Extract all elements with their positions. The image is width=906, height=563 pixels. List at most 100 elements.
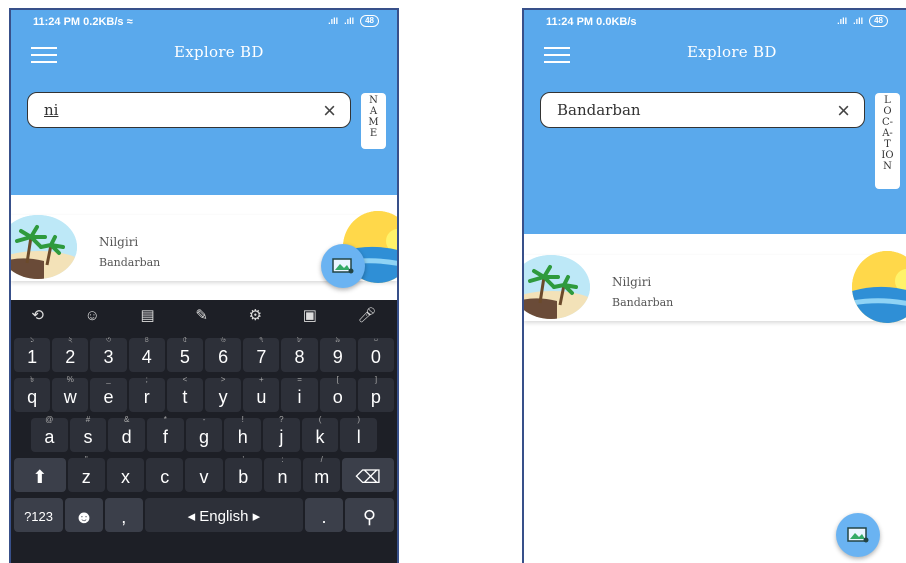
key-b[interactable]: ' b <box>224 455 262 492</box>
key-hint: _ <box>106 375 111 384</box>
key-hint: ৯ <box>335 335 341 344</box>
emoji-icon[interactable]: ☺ <box>85 307 100 324</box>
keyboard-row-bottom: ?123 ☻ , ◂ English ▸ . ⚲ <box>14 498 394 532</box>
key-hint: ৬ <box>220 335 226 344</box>
search-input[interactable]: Bandarban × <box>540 92 865 128</box>
signal-2-icon: .ıll <box>344 16 355 26</box>
key-h[interactable]: ! h <box>224 415 262 452</box>
search-key[interactable]: ⚲ <box>344 498 394 532</box>
key-r[interactable]: ; r <box>128 375 165 412</box>
key-w[interactable]: % w <box>52 375 89 412</box>
comma-key[interactable]: , <box>104 498 143 532</box>
key-5[interactable]: ৫5 <box>166 335 204 372</box>
emoji-key[interactable]: ☻ <box>65 498 103 532</box>
place-name: Nilgiri <box>99 235 139 249</box>
result-card[interactable]: Nilgiri Bandarban <box>524 251 906 323</box>
backspace-key[interactable]: ⌫ <box>342 458 394 492</box>
search-mode-toggle[interactable]: L O C- A- T IO N <box>875 93 900 189</box>
key-2[interactable]: ২2 <box>52 335 89 372</box>
gallery-fab-button[interactable] <box>836 513 880 557</box>
beach-thumbnail-icon <box>524 255 590 319</box>
key-v[interactable]: v <box>185 458 223 492</box>
key-hint: ( <box>318 415 322 424</box>
gif-icon[interactable]: ▣ <box>303 306 317 324</box>
period-key[interactable]: . <box>305 498 343 532</box>
mode-tag-letter: M <box>368 117 379 128</box>
key-hint: " <box>84 455 88 464</box>
gallery-fab-button[interactable] <box>321 244 365 288</box>
key-l[interactable]: ) l <box>340 415 378 452</box>
key-0[interactable]: ০0 <box>357 335 395 372</box>
app-title: Explore BD <box>687 43 777 61</box>
keyboard-row-1: ৳ q% w _ e; r < t > y + u = i[o] p <box>14 375 395 412</box>
key-f[interactable]: * f <box>147 415 184 452</box>
settings-icon[interactable]: ⚙ <box>249 306 262 324</box>
key-s[interactable]: # s <box>69 415 107 452</box>
key-3[interactable]: ৩3 <box>90 335 127 372</box>
key-hint: [ <box>336 375 339 384</box>
mode-tag-letter: C- <box>881 117 894 128</box>
battery-icon: 48 <box>360 15 379 27</box>
key-u[interactable]: + u <box>243 375 280 412</box>
theme-icon[interactable]: ✎ <box>195 306 208 324</box>
key-m[interactable]: / m <box>303 455 341 492</box>
mode-tag-letter: IO <box>881 150 894 161</box>
key-hint: ৪ <box>144 335 150 344</box>
menu-icon[interactable] <box>544 47 570 68</box>
key-9[interactable]: ৯9 <box>319 335 356 372</box>
keyboard-language: English <box>199 508 249 525</box>
network-speed: 0.2KB/s <box>83 16 124 28</box>
symbols-key[interactable]: ?123 <box>14 498 64 532</box>
key-q[interactable]: ৳ q <box>14 375 51 412</box>
microphone-icon[interactable]: 🎤︎ <box>358 306 377 324</box>
key-hint: & <box>124 415 130 424</box>
clear-icon[interactable]: × <box>323 98 336 124</box>
key-p[interactable]: ] p <box>357 375 395 412</box>
clipboard-icon[interactable]: ▤ <box>141 306 155 324</box>
wifi-icon: ≈ <box>126 16 133 28</box>
key-hint: ! <box>241 415 244 424</box>
key-8[interactable]: ৮8 <box>281 335 318 372</box>
key-7[interactable]: ৭7 <box>243 335 280 372</box>
key-6[interactable]: ৬6 <box>205 335 242 372</box>
key-g[interactable]: -g <box>185 415 223 452</box>
key-t[interactable]: < t <box>166 375 204 412</box>
image-icon <box>847 527 869 543</box>
shift-key[interactable]: ⬆ <box>14 458 66 492</box>
key-x[interactable]: x <box>106 458 145 492</box>
mode-tag-letter: N <box>883 161 892 172</box>
key-j[interactable]: ? j <box>263 415 300 452</box>
key-z[interactable]: " z <box>67 455 105 492</box>
key-o[interactable]: [o <box>319 375 356 412</box>
key-k[interactable]: (k <box>301 415 339 452</box>
keyboard-row-numbers: ১1২2৩3৪4৫5৬6৭7৮8৯9০0 <box>14 335 395 372</box>
key-hint: ৭ <box>258 335 264 344</box>
image-icon <box>332 258 354 274</box>
clear-icon[interactable]: × <box>837 98 850 124</box>
soft-keyboard: ⟲ ☺ ▤ ✎ ⚙ ▣ 🎤︎ ১1২2৩3৪4৫5৬6৭7৮8৯9০0 ৳ q% w… <box>11 300 397 563</box>
key-hint: : <box>281 455 284 464</box>
key-d[interactable]: & d <box>108 415 146 452</box>
space-key[interactable]: ◂ English ▸ <box>144 498 304 532</box>
key-n[interactable]: :n <box>263 455 302 492</box>
mode-tag-letter: N <box>369 95 378 106</box>
key-1[interactable]: ১1 <box>14 335 51 372</box>
status-time: 11:24 PM <box>33 16 81 28</box>
key-c[interactable]: c <box>146 458 184 492</box>
signal-2-icon: .ıll <box>853 16 864 26</box>
mode-tag-letter: O <box>883 106 892 117</box>
translate-icon[interactable]: ⟲ <box>31 306 44 324</box>
key-i[interactable]: = i <box>281 375 318 412</box>
mode-tag-letter: A <box>369 106 378 117</box>
mode-tag-letter: A- <box>882 128 893 139</box>
search-input[interactable]: ni × <box>27 92 351 128</box>
search-mode-toggle[interactable]: NAME <box>361 93 386 149</box>
key-e[interactable]: _ e <box>90 375 127 412</box>
key-y[interactable]: > y <box>205 375 242 412</box>
search-value: Bandarban <box>557 101 641 119</box>
menu-icon[interactable] <box>31 47 57 68</box>
status-time: 11:24 PM <box>546 16 594 28</box>
key-4[interactable]: ৪4 <box>128 335 165 372</box>
key-hint: @ <box>45 415 54 424</box>
key-a[interactable]: @ a <box>31 415 68 452</box>
